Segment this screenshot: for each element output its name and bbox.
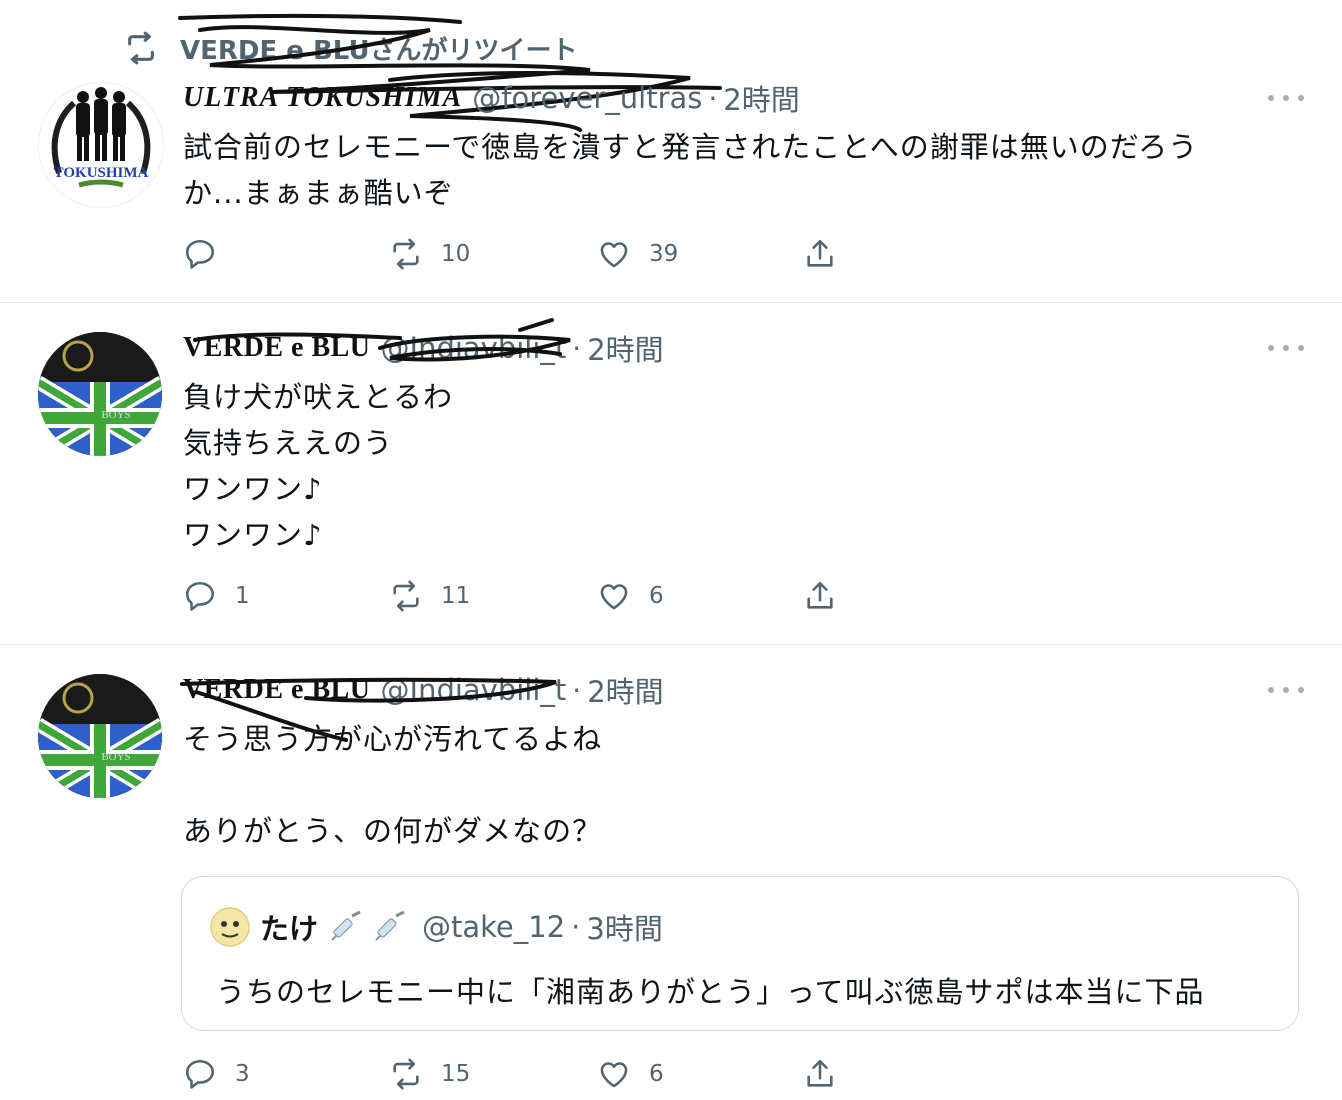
share-button[interactable]	[803, 1054, 855, 1094]
separator-dot: ·	[572, 331, 582, 365]
tweet-text: 試合前のセレモニーで徳島を潰すと発言されたことへの謝罪は無いのだろう か...ま…	[183, 130, 1199, 210]
retweet-icon	[393, 580, 419, 612]
retweet-button[interactable]: 15	[389, 1054, 470, 1094]
reply-count: 1	[235, 583, 250, 609]
like-count: 6	[649, 1061, 664, 1087]
display-name[interactable]: VERDE e BLU	[183, 674, 371, 706]
quoted-display-name[interactable]: たけ	[260, 906, 318, 948]
reply-button[interactable]: 1	[183, 576, 250, 616]
tweet-text: そう思う方が心が汚れてるよね ありがとう、の何がダメなの？	[183, 722, 603, 848]
tweet-actions: 1 11 6	[183, 576, 863, 616]
display-name[interactable]: ULTRA TOKUSHIMA	[183, 82, 462, 114]
retweet-count: 15	[441, 1061, 471, 1087]
tweet-header: ULTRA TOKUSHIMA @forever_ultras · 2時間	[183, 76, 800, 120]
tweet[interactable]: BOYS VERDE e BLU @Indiavbili_t · 2時間 そう思…	[0, 646, 1342, 1100]
reply-icon	[185, 239, 215, 269]
tweet-header: VERDE e BLU @Indiavbili_t · 2時間	[183, 326, 664, 370]
syringe-icon	[331, 910, 361, 941]
quoted-user-handle[interactable]: @take_12	[422, 910, 565, 944]
user-handle[interactable]: @Indiavbili_t	[381, 673, 567, 707]
quoted-tweet[interactable]: たけ @take_12 · 3時間 うちのセレモニー中に「湘南ありがとう」って叫…	[181, 876, 1299, 1031]
avatar[interactable]: BOYS	[38, 674, 162, 798]
share-button[interactable]	[803, 234, 855, 274]
like-count: 6	[649, 583, 664, 609]
tweet-actions: 3 15 6	[183, 1054, 863, 1094]
share-icon	[807, 239, 833, 267]
tweet-divider	[0, 302, 1342, 303]
display-name[interactable]: VERDE e BLU	[183, 332, 371, 364]
avatar-label: BOYS	[101, 409, 130, 421]
heart-icon	[600, 584, 628, 610]
more-options-icon[interactable]	[1268, 342, 1304, 354]
like-button[interactable]: 6	[597, 1054, 664, 1094]
heart-icon	[600, 1062, 628, 1088]
reply-icon	[185, 1059, 215, 1089]
like-count: 39	[649, 241, 679, 267]
tweet-header: VERDE e BLU @Indiavbili_t · 2時間	[183, 668, 664, 712]
reply-button[interactable]	[183, 234, 235, 274]
syringe-icon	[375, 910, 405, 941]
tweet-actions: 10 39	[183, 234, 863, 274]
avatar-face-icon	[210, 907, 250, 947]
tweet[interactable]: BOYS VERDE e BLU @Indiavbili_t · 2時間 負け犬…	[0, 304, 1342, 644]
quoted-timestamp[interactable]: 3時間	[586, 906, 662, 948]
separator-dot: ·	[708, 81, 718, 115]
avatar-image: BOYS	[38, 332, 162, 456]
like-button[interactable]: 6	[597, 576, 664, 616]
timestamp[interactable]: 2時間	[587, 669, 663, 711]
reply-button[interactable]: 3	[183, 1054, 250, 1094]
timestamp[interactable]: 2時間	[723, 77, 799, 119]
retweet-button[interactable]: 11	[389, 576, 470, 616]
more-options-icon[interactable]	[1268, 92, 1304, 104]
quoted-tweet-text: うちのセレモニー中に「湘南ありがとう」って叫ぶ徳島サポは本当に下品	[216, 975, 1205, 1009]
share-icon	[807, 581, 833, 609]
share-button[interactable]	[803, 576, 855, 616]
retweet-count: 11	[441, 583, 471, 609]
user-handle[interactable]: @Indiavbili_t	[381, 331, 567, 365]
separator-dot: ·	[572, 673, 582, 707]
like-button[interactable]: 39	[597, 234, 678, 274]
avatar[interactable]: BOYS	[38, 332, 162, 456]
tweet-text: 負け犬が吠えとるわ 気持ちええのう ワンワン♪ ワンワン♪	[183, 380, 454, 552]
share-icon	[807, 1059, 833, 1087]
avatar[interactable]: TOKUSHIMA	[38, 82, 164, 208]
retweet-count: 10	[441, 241, 471, 267]
quoted-tweet-header: たけ @take_12 · 3時間	[210, 907, 663, 947]
user-handle[interactable]: @forever_ultras	[472, 81, 702, 115]
avatar-image: BOYS	[38, 674, 162, 798]
reply-count: 3	[235, 1061, 250, 1087]
timestamp[interactable]: 2時間	[587, 327, 663, 369]
reply-icon	[185, 581, 215, 611]
retweet-icon	[393, 1058, 419, 1090]
retweet-icon	[393, 238, 419, 270]
avatar-image: TOKUSHIMA	[39, 83, 163, 207]
retweet-button[interactable]: 10	[389, 234, 470, 274]
tweet-divider	[0, 644, 1342, 645]
tweet[interactable]: TOKUSHIMA ULTRA TOKUSHIMA @forever_ultra…	[0, 0, 1342, 300]
quoted-avatar[interactable]	[210, 907, 250, 947]
heart-icon	[600, 242, 628, 268]
avatar-label: TOKUSHIMA	[54, 165, 149, 181]
more-options-icon[interactable]	[1268, 684, 1304, 696]
separator-dot: ·	[571, 910, 581, 944]
avatar-label: BOYS	[101, 751, 130, 763]
